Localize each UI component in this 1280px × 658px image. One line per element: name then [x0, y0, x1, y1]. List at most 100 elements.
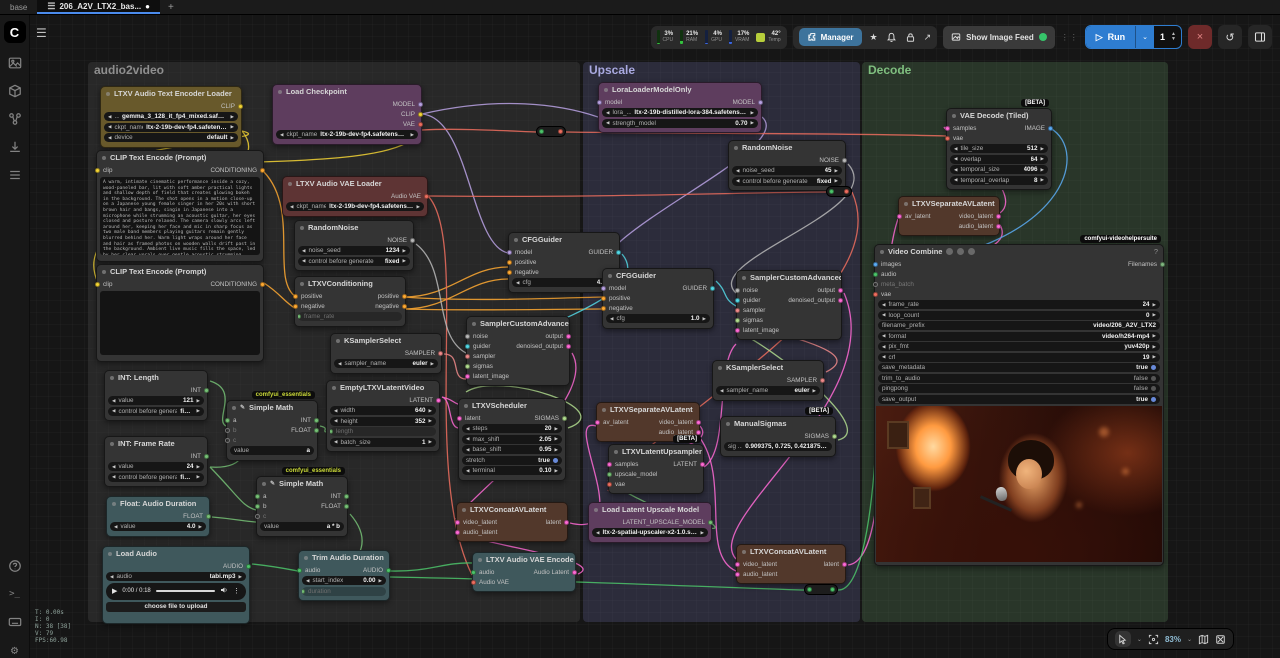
node-title[interactable]: LTXVSeparateAVLatent	[597, 403, 699, 416]
collapse-dot-icon[interactable]	[102, 156, 106, 160]
output-LATENT-port[interactable]: LATENT	[409, 395, 439, 405]
cancel-run-button[interactable]: ×	[1188, 25, 1212, 49]
node-title[interactable]: LTXVSeparateAVLatent	[899, 197, 999, 210]
widget-steps[interactable]: ◀steps20▶	[462, 424, 562, 433]
output-output-port[interactable]: output	[516, 331, 569, 341]
collapse-dot-icon[interactable]	[472, 322, 476, 326]
output-video_latent-port[interactable]: video_latent	[659, 417, 699, 427]
collapse-dot-icon[interactable]	[952, 114, 956, 118]
collapse-dot-icon[interactable]	[332, 386, 336, 390]
input-latent_image-port[interactable]: latent_image	[467, 371, 509, 381]
audio-seek-bar[interactable]	[156, 590, 215, 592]
node-ltxv-concat-av-latent-a2v[interactable]: LTXVConcatAVLatentvideo_latentaudio_late…	[456, 502, 568, 542]
batch-count-stepper[interactable]: ▲▼	[1171, 32, 1181, 42]
widget-noise_seed[interactable]: ◀noise_seed1234▶	[298, 246, 410, 255]
reroute-port[interactable]	[539, 129, 544, 134]
reroute-port[interactable]	[844, 189, 849, 194]
output-AUDIO-port[interactable]: AUDIO	[223, 561, 249, 571]
input-Audio VAE-port[interactable]: Audio VAE	[473, 577, 509, 587]
collapse-dot-icon[interactable]	[904, 202, 908, 206]
tab-base[interactable]: base	[0, 0, 37, 14]
prompt-textarea[interactable]	[100, 291, 260, 355]
node-clip-text-encode-negative[interactable]: CLIP Text Encode (Prompt)clipCONDITIONIN…	[96, 264, 264, 362]
input-positive-port[interactable]: positive	[603, 293, 633, 303]
widget-pix_fmt[interactable]: ◀pix_fmtyuv420p▶	[878, 342, 1160, 351]
lock-icon[interactable]	[905, 32, 916, 43]
node-title[interactable]: Float: Audio Duration	[107, 497, 209, 510]
title-option-icon[interactable]	[946, 248, 953, 255]
output-SAMPLER-port[interactable]: SAMPLER	[405, 348, 441, 358]
input-sampler-port[interactable]: sampler	[467, 351, 509, 361]
node-load-checkpoint[interactable]: Load CheckpointMODELCLIPVAE◀ckpt_nameltx…	[272, 84, 422, 145]
node-title[interactable]: KSamplerSelect	[713, 361, 823, 374]
widget-control before generate[interactable]: ◀control before generatefixed▶	[108, 473, 204, 482]
widget-terminal[interactable]: ◀terminal0.10▶	[462, 466, 562, 475]
collapse-dot-icon[interactable]	[514, 238, 518, 242]
node-title[interactable]: SamplerCustomAdvanced	[737, 271, 841, 284]
output-INT-port[interactable]: INT	[191, 451, 207, 461]
node-title[interactable]: ✎Simple Math	[257, 477, 347, 490]
node-ltxv-latent-upsampler[interactable]: [BETA]LTXVLatentUpsamplersamplesupscale_…	[608, 444, 704, 494]
toggle-links-button[interactable]	[1215, 634, 1226, 645]
node-title[interactable]: LTXVConcatAVLatent	[457, 503, 567, 516]
collapse-dot-icon[interactable]	[110, 442, 114, 446]
node-title[interactable]: ✎Simple Math	[227, 401, 317, 414]
collapse-dot-icon[interactable]	[734, 146, 738, 150]
widget-batch_size[interactable]: ◀batch_size1▶	[330, 438, 436, 447]
node-title[interactable]: LTXVScheduler	[459, 399, 565, 412]
input-model-port[interactable]: model	[599, 97, 622, 107]
input-positive-port[interactable]: positive	[295, 291, 325, 301]
output-SAMPLER-port[interactable]: SAMPLER	[787, 375, 823, 385]
widget-trim_to_audio[interactable]: trim_to_audiofalse	[878, 374, 1160, 383]
input-video_latent-port[interactable]: video_latent	[737, 559, 777, 569]
history-button[interactable]: ↺	[1218, 25, 1242, 49]
output-NOISE-port[interactable]: NOISE	[819, 155, 845, 165]
output-INT-port[interactable]: INT	[291, 415, 317, 425]
node-lora-loader-model-only[interactable]: LoraLoaderModelOnlymodelMODEL◀lora_...lt…	[598, 82, 762, 133]
node-title[interactable]: LTXVLatentUpsampler	[609, 445, 703, 458]
node-title[interactable]: VAE Decode (Tiled)	[947, 109, 1051, 122]
input-c-port[interactable]: c	[257, 511, 267, 521]
reroute-node[interactable]	[536, 126, 566, 137]
bell-icon[interactable]	[886, 32, 897, 43]
volume-icon[interactable]	[220, 586, 228, 596]
input-latent-port[interactable]: latent	[459, 413, 480, 423]
widget-frame_rate[interactable]: frame_rate	[298, 312, 402, 321]
output-FLOAT-port[interactable]: FLOAT	[291, 425, 317, 435]
node-video-combine[interactable]: comfyui-videohelpersuiteVideo Combine?im…	[874, 244, 1164, 566]
node-int-length[interactable]: INT: LengthINT◀value121▶◀control before …	[104, 370, 208, 421]
input-av_latent-port[interactable]: av_latent	[597, 417, 629, 427]
input-negative-port[interactable]: negative	[509, 267, 539, 277]
output-Audio VAE-port[interactable]: Audio VAE	[391, 191, 427, 201]
widget-duration[interactable]: duration	[302, 587, 386, 596]
widget-value[interactable]: ◀value121▶	[108, 396, 204, 405]
widget-lora_...[interactable]: ◀lora_...ltx-2-19b-distilled-lora-384.sa…	[602, 108, 758, 117]
widget-sig ...[interactable]: sig ...0.909375, 0.725, 0.421875, 0.0	[724, 442, 832, 451]
node-title[interactable]: LTXV Audio VAE Encode	[473, 553, 575, 566]
input-audio-port[interactable]: audio	[875, 269, 914, 279]
node-cfg-guider-upscale[interactable]: CFGGuidermodelpositivenegativeGUIDER◀cfg…	[602, 268, 714, 329]
widget-ckpt_name[interactable]: ◀ckpt_nameltx-2-19b-dev-fp4.safetensors▶	[104, 123, 238, 132]
output-Audio Latent-port[interactable]: Audio Latent	[534, 567, 575, 577]
node-title[interactable]: LoraLoaderModelOnly	[599, 83, 761, 96]
model-library-icon[interactable]	[7, 83, 23, 99]
node-title[interactable]: Video Combine?	[875, 245, 1163, 258]
minimap-button[interactable]	[1198, 634, 1209, 645]
output-LATENT-port[interactable]: LATENT	[673, 459, 703, 469]
node-title[interactable]: CFGGuider	[603, 269, 713, 282]
output-Filenames-port[interactable]: Filenames	[1128, 259, 1163, 269]
collapse-dot-icon[interactable]	[288, 182, 292, 186]
node-title[interactable]: SamplerCustomAdvanced	[467, 317, 569, 330]
collapse-dot-icon[interactable]	[462, 508, 466, 512]
tab-menu-icon[interactable]: ☰	[47, 1, 55, 12]
node-vae-decode-tiled[interactable]: [BETA]VAE Decode (Tiled)samplesvaeIMAGE◀…	[946, 108, 1052, 190]
widget-ckpt_name[interactable]: ◀ckpt_nameltx-2-19b-dev-fp4.safetensors▶	[286, 202, 424, 211]
collapse-dot-icon[interactable]	[726, 422, 730, 426]
input-vae-port[interactable]: vae	[947, 133, 976, 143]
output-AUDIO-port[interactable]: AUDIO	[363, 565, 389, 575]
star-icon[interactable]: ★	[870, 32, 878, 43]
widget-sampler_name[interactable]: ◀sampler_nameeuler▶	[334, 359, 438, 368]
output-GUIDER-port[interactable]: GUIDER	[589, 247, 620, 257]
node-ltxv-audio-vae-loader[interactable]: LTXV Audio VAE LoaderAudio VAE◀ckpt_name…	[282, 176, 428, 217]
widget-value[interactable]: valuea * b	[260, 522, 344, 531]
